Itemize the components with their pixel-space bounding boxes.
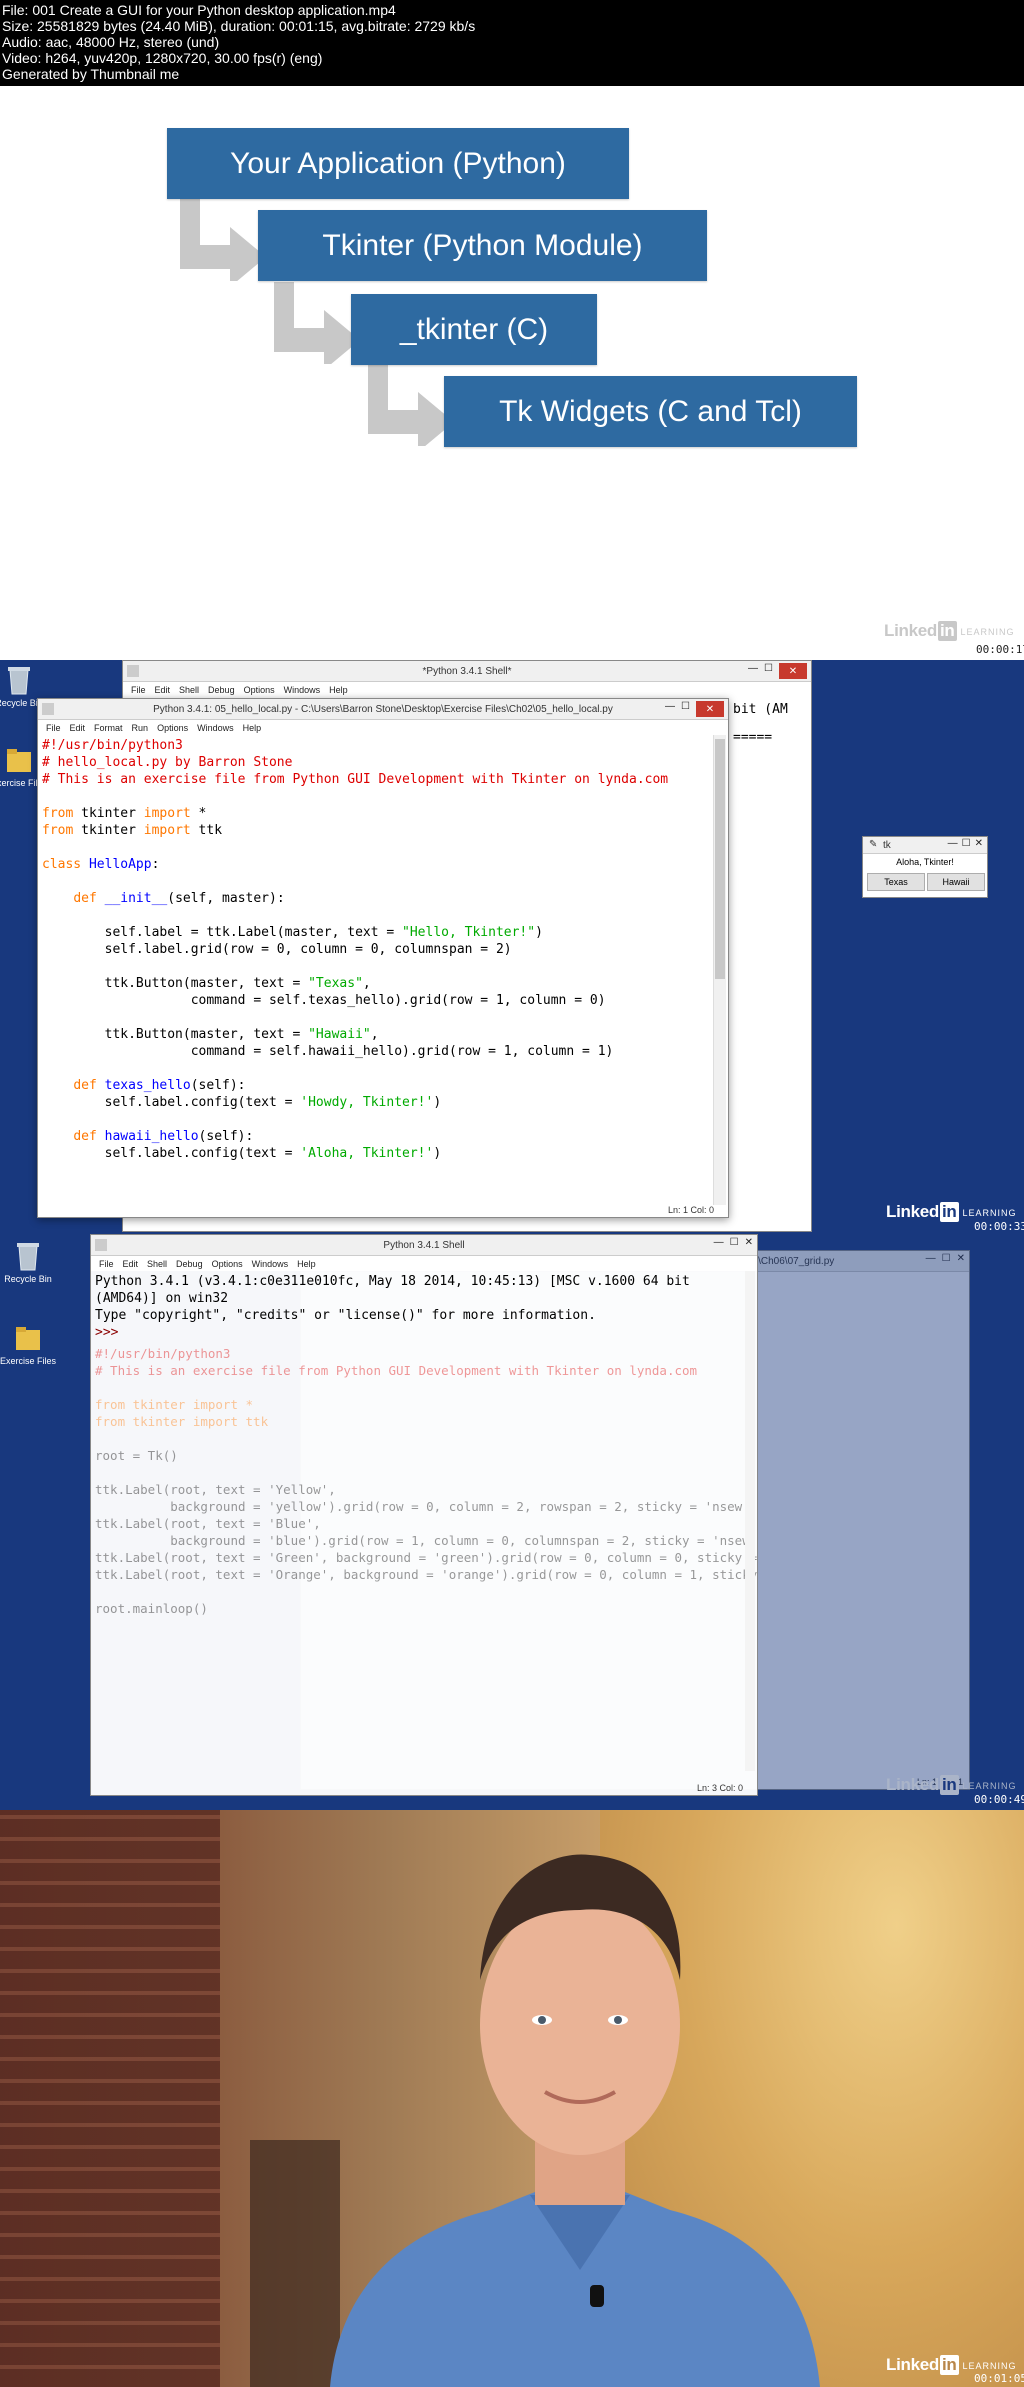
close-icon[interactable]: ✕ — [779, 663, 807, 679]
minimize-icon: — — [925, 1253, 936, 1264]
brick-wall — [0, 1810, 220, 2387]
menu-debug[interactable]: Debug — [208, 685, 235, 695]
menu-file[interactable]: File — [46, 723, 61, 733]
editor-status: Ln: 1 Col: 0 — [667, 1205, 714, 1215]
menu-run[interactable]: Run — [132, 723, 149, 733]
header-size-line: Size: 25581829 bytes (24.40 MiB), durati… — [2, 18, 476, 34]
scrollbar-thumb[interactable] — [715, 739, 725, 979]
tk-demo-window[interactable]: ✎ tk — ☐ ✕ Aloha, Tkinter! Texas Hawaii — [862, 836, 988, 898]
header-generator-line: Generated by Thumbnail me — [2, 66, 180, 82]
idle-editor-window[interactable]: Python 3.4.1: 05_hello_local.py - C:\Use… — [37, 698, 729, 1218]
minimize-icon[interactable]: — — [748, 663, 758, 679]
menu-format[interactable]: Format — [94, 723, 123, 733]
menu-edit[interactable]: Edit — [70, 723, 86, 733]
recycle-bin-icon — [5, 664, 33, 696]
shell-titlebar[interactable]: *Python 3.4.1 Shell* — ☐ ✕ — [123, 661, 811, 682]
menu-edit[interactable]: Edit — [123, 1259, 139, 1269]
frame-python-shell: Recycle Bin Exercise Files Python 3.4.1:… — [0, 1234, 1024, 1810]
editor-code-area[interactable]: #!/usr/bin/python3 # hello_local.py by B… — [38, 735, 728, 1169]
maximize-icon[interactable]: ☐ — [681, 701, 690, 717]
menu-help[interactable]: Help — [329, 685, 348, 695]
tk-label: Aloha, Tkinter! — [896, 857, 954, 867]
minimize-icon[interactable]: — — [948, 838, 958, 849]
menu-windows[interactable]: Windows — [284, 685, 321, 695]
menu-help[interactable]: Help — [297, 1259, 316, 1269]
video-info-header: File: 001 Create a GUI for your Python d… — [0, 0, 1024, 86]
menu-options[interactable]: Options — [244, 685, 275, 695]
editor-scrollbar[interactable] — [713, 735, 726, 1205]
linkedin-learning-logo: Linked in LEARNING — [886, 1775, 1017, 1795]
frame-timestamp: 00:01:05 — [974, 2372, 1024, 2385]
header-video-line: Video: h264, yuv420p, 1280x720, 30.00 fp… — [2, 50, 323, 66]
maximize-icon[interactable]: ☐ — [962, 838, 971, 849]
menu-edit[interactable]: Edit — [155, 685, 171, 695]
header-audio-line: Audio: aac, 48000 Hz, stereo (und) — [2, 34, 220, 50]
menu-options[interactable]: Options — [157, 723, 188, 733]
menu-options[interactable]: Options — [212, 1259, 243, 1269]
shell-menubar: File Edit Shell Debug Options Windows He… — [123, 682, 811, 697]
menu-debug[interactable]: Debug — [176, 1259, 203, 1269]
frame-architecture-slide: Your Application (Python) Tkinter (Pytho… — [0, 86, 1024, 660]
header-file-line: File: 001 Create a GUI for your Python d… — [2, 2, 396, 18]
frame-presenter-video: Linked in LEARNING 00:01:05 — [0, 1810, 1024, 2387]
editor-titlebar[interactable]: Python 3.4.1: 05_hello_local.py - C:\Use… — [38, 699, 728, 720]
box-underscore-tkinter: _tkinter (C) — [351, 294, 597, 365]
frame-timestamp: 00:00:33 — [974, 1220, 1024, 1233]
texas-button[interactable]: Texas — [867, 873, 925, 891]
shell-output[interactable]: Python 3.4.1 (v3.4.1:c0e311e010fc, May 1… — [91, 1271, 739, 1343]
shell-status: Ln: 3 Col: 0 — [696, 1783, 743, 1793]
shell-text-fragment: bit (AM — [733, 702, 788, 717]
maximize-icon: ☐ — [941, 1253, 951, 1264]
menu-file[interactable]: File — [131, 685, 146, 695]
folder-icon — [5, 744, 33, 776]
linkedin-learning-logo: Linked in LEARNING — [884, 621, 1015, 641]
close-icon: ✕ — [956, 1253, 965, 1264]
menu-file[interactable]: File — [99, 1259, 114, 1269]
box-tkinter-module: Tkinter (Python Module) — [258, 210, 707, 281]
feather-icon: ✎ — [869, 839, 878, 850]
editor-menubar: File Edit Format Run Options Windows Hel… — [38, 720, 728, 735]
presenter-figure — [330, 1854, 820, 2387]
minimize-icon[interactable]: — — [714, 1237, 724, 1248]
frame-idle-editor: Recycle Bin Exercise Files *Python 3.4.1… — [0, 660, 1024, 1234]
recycle-bin-icon — [14, 1240, 42, 1272]
box-your-application: Your Application (Python) — [167, 128, 629, 199]
minimize-icon[interactable]: — — [665, 701, 675, 717]
hawaii-button[interactable]: Hawaii — [927, 873, 985, 891]
frame-timestamp: 00:00:17 — [976, 643, 1024, 656]
close-icon[interactable]: ✕ — [696, 701, 724, 717]
shell-scrollbar[interactable] — [745, 1271, 755, 1771]
menu-shell[interactable]: Shell — [179, 685, 199, 695]
maximize-icon[interactable]: ☐ — [730, 1237, 739, 1248]
linkedin-learning-logo: Linked in LEARNING — [886, 1202, 1017, 1222]
desktop-icon-recycle-bin[interactable]: Recycle Bin — [0, 1240, 63, 1284]
tk-titlebar[interactable]: ✎ tk — ☐ ✕ — [863, 837, 987, 854]
box-tk-widgets: Tk Widgets (C and Tcl) — [444, 376, 857, 447]
idle-app-icon — [95, 1239, 107, 1251]
menu-help[interactable]: Help — [243, 723, 262, 733]
idle-app-icon — [127, 665, 139, 677]
idle-app-icon — [42, 703, 54, 715]
menu-windows[interactable]: Windows — [252, 1259, 289, 1269]
folder-icon — [14, 1322, 42, 1354]
shell-menubar: File Edit Shell Debug Options Windows He… — [91, 1256, 757, 1271]
python-shell-window[interactable]: Python 3.4.1 Shell — ☐ ✕ File Edit Shell… — [90, 1234, 758, 1796]
shell-titlebar[interactable]: Python 3.4.1 Shell — ☐ ✕ — [91, 1235, 757, 1256]
frame-timestamp: 00:00:49 — [974, 1793, 1024, 1806]
menu-windows[interactable]: Windows — [197, 723, 234, 733]
close-icon[interactable]: ✕ — [745, 1237, 753, 1248]
menu-shell[interactable]: Shell — [147, 1259, 167, 1269]
ghost-code-overlay: #!/usr/bin/python3 # This is an exercise… — [95, 1346, 757, 1616]
desktop-icon-exercise-files[interactable]: Exercise Files — [0, 1322, 63, 1366]
shell-separator-fragment: ===== — [733, 730, 773, 745]
close-icon[interactable]: ✕ — [975, 838, 983, 849]
maximize-icon[interactable]: ☐ — [764, 663, 773, 679]
